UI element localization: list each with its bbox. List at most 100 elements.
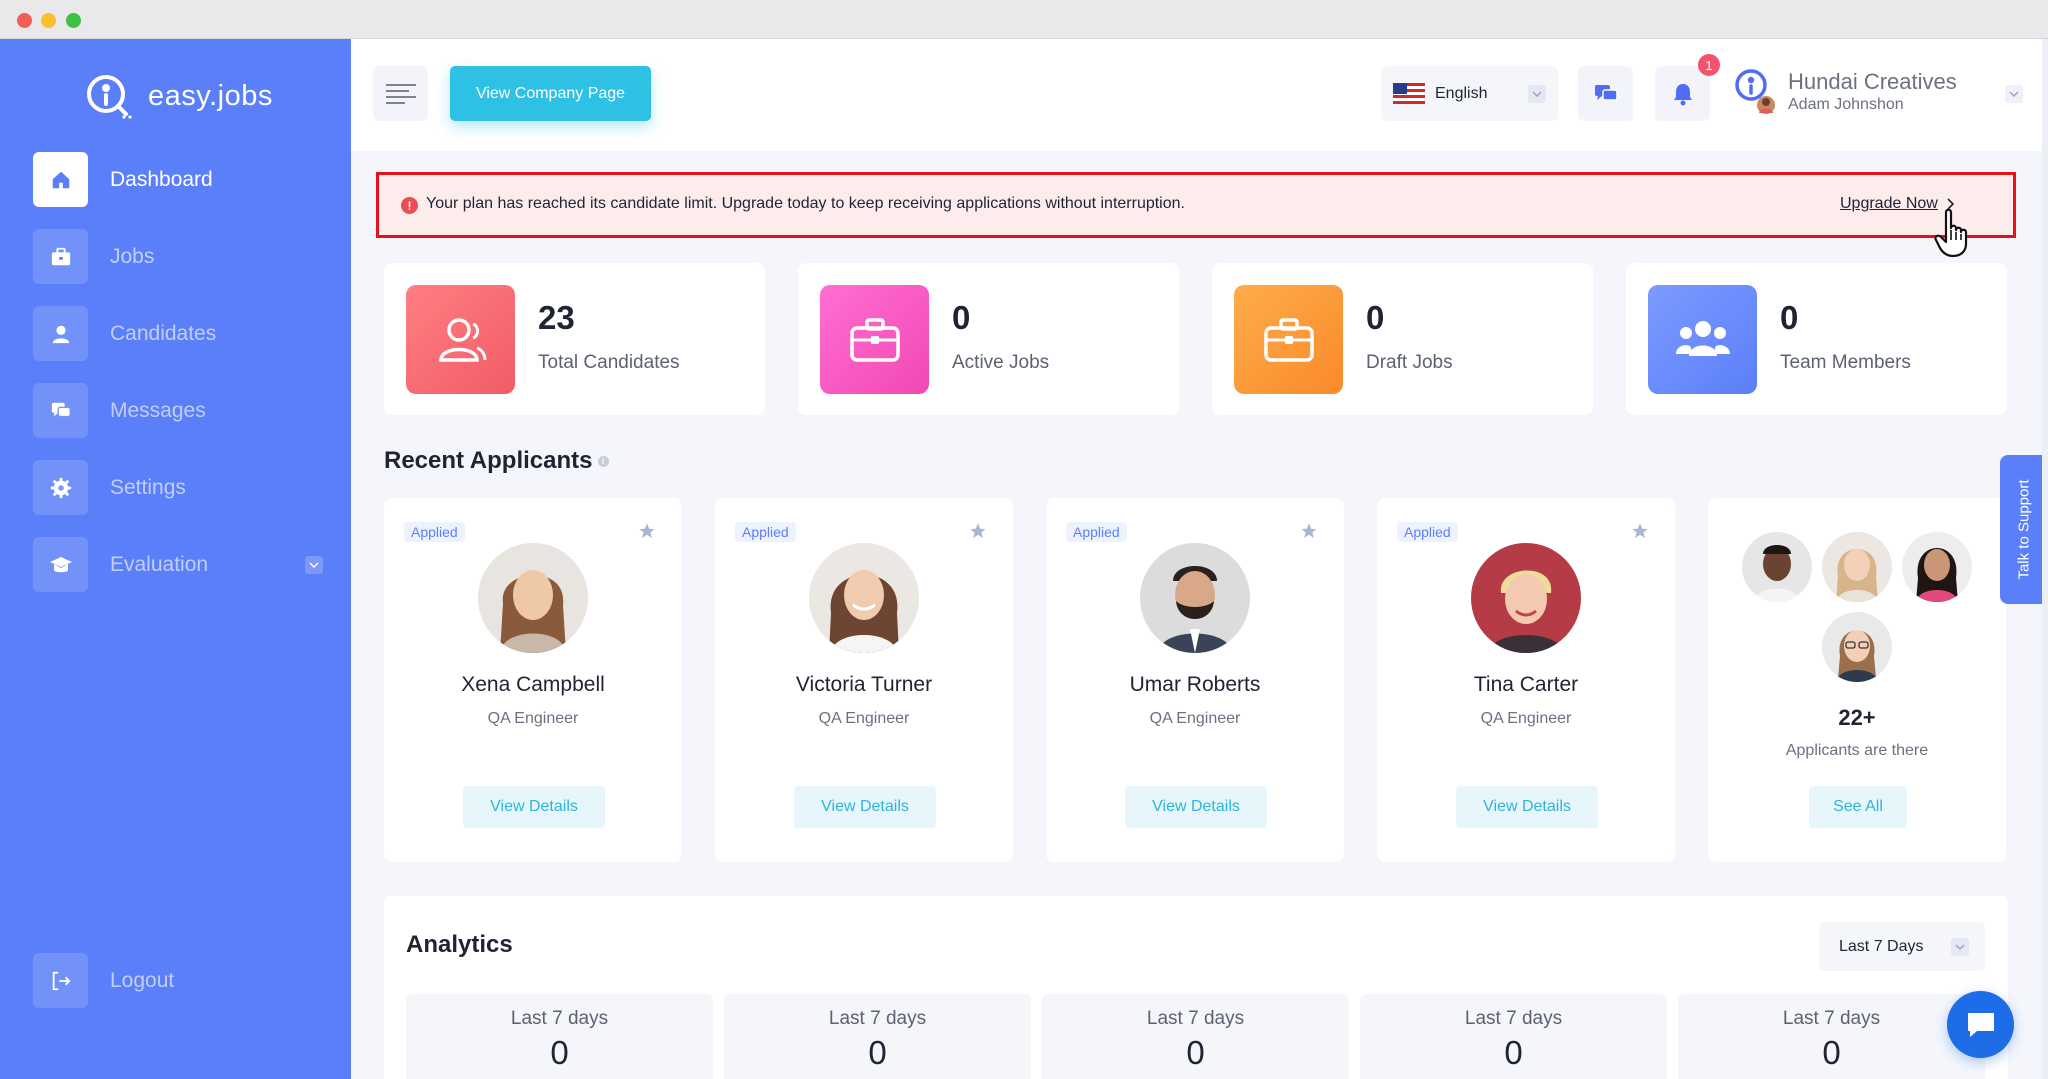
briefcase-icon [33, 229, 88, 284]
team-icon [1648, 285, 1757, 394]
status-badge: Applied [1397, 522, 1458, 542]
notifications-button[interactable]: 1 [1655, 54, 1720, 121]
stat-card-team-members[interactable]: 0 Team Members [1626, 263, 2007, 415]
page-scrollbar[interactable] [2042, 39, 2048, 1079]
sidebar-item-dashboard[interactable]: Dashboard [33, 152, 323, 207]
analytics-card-value: 0 [550, 1034, 569, 1071]
minimize-window-button[interactable] [41, 13, 56, 28]
view-details-button[interactable]: View Details [463, 786, 605, 828]
date-range-label: Last 7 Days [1839, 937, 1924, 955]
stat-value: 0 [1366, 299, 1385, 336]
star-icon[interactable] [1631, 522, 1649, 540]
sidebar-item-messages[interactable]: Messages [33, 383, 323, 438]
status-badge: Applied [1066, 522, 1127, 542]
view-details-button[interactable]: View Details [1456, 786, 1598, 828]
avatar [809, 543, 919, 653]
view-details-button[interactable]: View Details [1125, 786, 1267, 828]
more-applicants-text: Applicants are there [1785, 742, 1929, 759]
logout-icon [33, 953, 88, 1008]
stat-card-draft-jobs[interactable]: 0 Draft Jobs [1212, 263, 1593, 415]
date-range-select[interactable]: Last 7 Days [1819, 922, 1985, 971]
analytics-card-value: 0 [1822, 1034, 1841, 1071]
us-flag-icon [1393, 83, 1425, 104]
messages-button[interactable] [1578, 66, 1633, 121]
sidebar-item-settings[interactable]: Settings [33, 460, 323, 515]
avatar [1140, 543, 1250, 653]
hand-cursor-icon [1934, 208, 1968, 258]
user-icon [33, 306, 88, 361]
analytics-card-label: Last 7 days [828, 1008, 927, 1029]
applicant-name: Victoria Turner [795, 673, 933, 696]
window-titlebar [0, 0, 2048, 39]
home-icon [33, 152, 88, 207]
stat-label: Draft Jobs [1366, 352, 1453, 373]
stat-label: Active Jobs [952, 352, 1050, 373]
see-all-button[interactable]: See All [1809, 786, 1907, 828]
star-icon[interactable] [638, 522, 656, 540]
easyjobs-logo-icon [87, 75, 132, 119]
alert-message: Your plan has reached its candidate limi… [426, 195, 1185, 212]
sidebar-item-evaluation[interactable]: Evaluation [33, 537, 323, 592]
sidebar-item-label: Settings [110, 475, 186, 499]
applicant-role: QA Engineer [487, 710, 579, 727]
maximize-window-button[interactable] [66, 13, 81, 28]
language-select[interactable]: English [1381, 66, 1558, 121]
avatar [1471, 543, 1581, 653]
applicant-card[interactable]: Applied Xena Campbell QA Engineer View D… [384, 498, 682, 862]
applicant-card[interactable]: Applied Victoria Turner QA Engineer View… [715, 498, 1013, 862]
close-window-button[interactable] [17, 13, 32, 28]
applicant-card[interactable]: Applied Tina Carter QA Engineer View Det… [1377, 498, 1675, 862]
analytics-card: Last 7 days 0 [1042, 994, 1349, 1079]
analytics-card-value: 0 [868, 1034, 887, 1071]
brand-logo[interactable]: easy.jobs [84, 73, 273, 119]
sidebar-item-candidates[interactable]: Candidates [33, 306, 323, 361]
top-header: View Company Page English 1 Hundai Creat… [351, 39, 2048, 151]
star-icon[interactable] [969, 522, 987, 540]
menu-toggle-button[interactable] [373, 66, 428, 121]
view-details-button[interactable]: View Details [794, 786, 936, 828]
section-title-text: Recent Applicants [384, 447, 593, 474]
notification-badge: 1 [1698, 54, 1720, 76]
chevron-down-icon[interactable] [305, 555, 323, 574]
briefcase-icon [820, 285, 929, 394]
star-icon[interactable] [1300, 522, 1318, 540]
plan-limit-alert: ! Your plan has reached its candidate li… [376, 172, 2016, 238]
more-applicants-card[interactable]: 22+ Applicants are there See All [1708, 498, 2006, 862]
analytics-card: Last 7 days 0 [406, 994, 713, 1079]
applicant-role: QA Engineer [1480, 710, 1572, 727]
avatar [1902, 532, 1972, 602]
logout-button[interactable]: Logout [33, 953, 174, 1008]
logout-label: Logout [110, 968, 175, 992]
info-icon[interactable]: i [597, 455, 609, 467]
stat-value: 0 [952, 299, 971, 336]
chat-icon [1967, 1012, 1994, 1037]
stat-card-active-jobs[interactable]: 0 Active Jobs [798, 263, 1179, 415]
analytics-card: Last 7 days 0 [1360, 994, 1667, 1079]
applicant-card[interactable]: Applied Umar Roberts QA Engineer View De… [1046, 498, 1344, 862]
applicant-name: Umar Roberts [1129, 673, 1261, 696]
chevron-down-icon [1951, 938, 1969, 956]
avatar [1742, 532, 1812, 602]
brand-name: easy.jobs [148, 79, 273, 112]
analytics-card-label: Last 7 days [510, 1008, 609, 1029]
sidebar-item-label: Evaluation [110, 552, 209, 576]
stat-card-total-candidates[interactable]: 23 Total Candidates [384, 263, 765, 415]
talk-to-support-tab[interactable]: Talk to Support [2000, 455, 2048, 604]
support-label: Talk to Support [2015, 479, 2033, 580]
sidebar-item-jobs[interactable]: Jobs [33, 229, 323, 284]
company-name: Hundai Creatives [1788, 69, 1957, 94]
sidebar-item-label: Jobs [110, 244, 155, 268]
avatar [478, 543, 588, 653]
sidebar: easy.jobs Dashboard Jobs Candidates Mess… [0, 39, 351, 1079]
gear-icon [33, 460, 88, 515]
more-applicants-count: 22+ [1838, 705, 1876, 730]
live-chat-button[interactable] [1947, 991, 2014, 1058]
analytics-card-label: Last 7 days [1146, 1008, 1245, 1029]
view-company-page-button[interactable]: View Company Page [450, 66, 651, 121]
chevron-down-icon [1528, 85, 1546, 103]
status-badge: Applied [404, 522, 465, 542]
stat-value: 23 [538, 299, 575, 336]
analytics-card-label: Last 7 days [1782, 1008, 1881, 1029]
profile-menu[interactable]: Hundai Creatives Adam Johnshon [1733, 65, 2023, 123]
status-badge: Applied [735, 522, 796, 542]
